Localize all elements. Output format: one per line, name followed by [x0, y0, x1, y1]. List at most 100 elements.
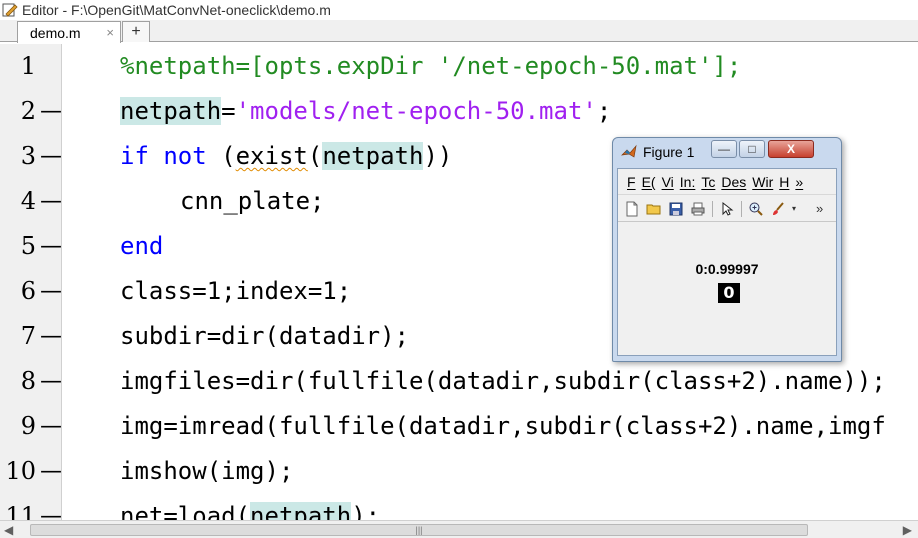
code-token: imgfiles=dir(fullfile(datadir,subdir(cla… [120, 367, 886, 395]
toolbar-separator [741, 200, 742, 217]
scroll-right-icon[interactable]: ▶ [903, 523, 912, 537]
code-text[interactable]: end [120, 224, 163, 269]
window-title-bar: Editor - F:\OpenGit\MatConvNet-oneclick\… [0, 0, 918, 20]
line-number: 3 [20, 142, 36, 170]
figure-toolbar: ▾ » [618, 196, 836, 222]
code-text[interactable]: netpath='models/net-epoch-50.mat'; [120, 89, 611, 134]
code-token: 'models/net-epoch-50.mat' [235, 97, 597, 125]
matlab-logo-icon [621, 144, 637, 160]
figure-window[interactable]: Figure 1 — □ X F E( Vi In: Tc Des Wir H » [612, 137, 842, 362]
new-file-icon[interactable] [624, 201, 640, 217]
code-token: = [221, 97, 236, 125]
line-number: 7 [20, 322, 36, 350]
code-token: )) [423, 142, 453, 170]
line-number: 8 [20, 367, 36, 395]
code-token: imshow(img); [120, 457, 294, 485]
figure-menu-item[interactable]: E( [642, 174, 656, 190]
line-number: 4 [20, 187, 36, 215]
code-line[interactable]: 10— imshow(img); [0, 449, 918, 494]
breakpoint-marker[interactable]: — [40, 359, 62, 404]
close-icon[interactable]: × [106, 25, 114, 40]
scrollbar-thumb[interactable]: ||| [30, 524, 808, 536]
prediction-label: 0:0.99997 [695, 261, 759, 277]
zoom-in-icon[interactable] [748, 201, 764, 217]
line-number: 6 [20, 277, 36, 305]
toolbar-separator [712, 200, 713, 217]
editor-icon [2, 2, 18, 18]
breakpoint-marker[interactable]: — [40, 314, 62, 359]
code-line[interactable]: 8— imgfiles=dir(fullfile(datadir,subdir(c… [0, 359, 918, 404]
code-token: img=imread(fullfile(datadir,subdir(class… [120, 412, 886, 440]
line-number: 9 [20, 412, 36, 440]
figure-menu-item[interactable]: F [627, 174, 636, 190]
code-token: class=1;index=1; [120, 277, 352, 305]
add-tab-button[interactable]: + [122, 21, 150, 42]
line-number: 5 [20, 232, 36, 260]
code-token: ( [307, 142, 323, 170]
figure-menu-item[interactable]: In: [680, 174, 696, 190]
code-token: if not [120, 142, 207, 170]
close-button[interactable]: X [768, 140, 814, 158]
code-line[interactable]: 9— img=imread(fullfile(datadir,subdir(cla… [0, 404, 918, 449]
open-folder-icon[interactable] [646, 201, 662, 217]
figure-menu-item[interactable]: Des [721, 174, 746, 190]
code-text[interactable]: cnn_plate; [180, 179, 325, 224]
maximize-button[interactable]: □ [739, 140, 765, 158]
scrollbar-grip: ||| [415, 525, 423, 535]
figure-menu-item[interactable]: Tc [701, 174, 715, 190]
code-text[interactable]: imshow(img); [120, 449, 293, 494]
code-token: ; [596, 97, 612, 125]
toolbar-more-icon[interactable]: » [816, 201, 832, 217]
figure-menu-bar: F E( Vi In: Tc Des Wir H » [618, 169, 836, 195]
code-token: ); [351, 502, 381, 520]
code-token: %netpath=[opts.expDir '/net-epoch-50.mat… [120, 52, 742, 80]
code-token: netpath [322, 142, 424, 170]
breakpoint-marker[interactable]: — [40, 134, 62, 179]
figure-menu-item[interactable]: Wir [752, 174, 773, 190]
brush-icon[interactable] [770, 201, 786, 217]
breakpoint-marker[interactable]: — [40, 494, 62, 520]
code-token: subdir=dir(datadir); [120, 322, 409, 350]
figure-title-bar[interactable]: Figure 1 — □ X [613, 138, 841, 166]
figure-menu-item[interactable]: Vi [662, 174, 674, 190]
code-text[interactable]: img=imread(fullfile(datadir,subdir(class… [120, 404, 886, 449]
tab-demo-m[interactable]: demo.m × [17, 21, 121, 43]
digit-image: 0 [718, 283, 740, 303]
code-token: cnn_plate; [180, 187, 325, 215]
code-text[interactable]: imgfiles=dir(fullfile(datadir,subdir(cla… [120, 359, 886, 404]
code-token: ( [206, 142, 236, 170]
scroll-left-icon[interactable]: ◀ [4, 523, 13, 537]
figure-body: F E( Vi In: Tc Des Wir H » ▾ » 0:0.99997 … [617, 168, 837, 356]
breakpoint-marker[interactable]: — [40, 269, 62, 314]
code-token: netpath [120, 97, 222, 125]
breakpoint-marker[interactable]: — [40, 224, 62, 269]
code-token: end [120, 232, 164, 260]
breakpoint-marker[interactable]: — [40, 89, 62, 134]
figure-menu-item[interactable]: » [795, 174, 803, 190]
code-line[interactable]: 11— net=load(netpath); [0, 494, 918, 520]
code-text[interactable]: %netpath=[opts.expDir '/net-epoch-50.mat… [120, 44, 741, 89]
breakpoint-marker[interactable]: — [40, 449, 62, 494]
line-number: 2 [20, 97, 36, 125]
code-token: net=load( [120, 502, 251, 520]
code-text[interactable]: net=load(netpath); [120, 494, 380, 520]
code-text[interactable]: class=1;index=1; [120, 269, 351, 314]
breakpoint-marker[interactable]: — [40, 404, 62, 449]
chevron-down-icon[interactable]: ▾ [792, 201, 800, 217]
print-icon[interactable] [690, 201, 706, 217]
figure-axes[interactable]: 0:0.99997 0 [618, 223, 836, 355]
tab-label: demo.m [30, 24, 81, 41]
code-text[interactable]: subdir=dir(datadir); [120, 314, 409, 359]
pointer-icon[interactable] [719, 201, 735, 217]
figure-menu-item[interactable]: H [779, 174, 789, 190]
line-number: 11 [5, 502, 36, 520]
code-text[interactable]: if not (exist(netpath)) [120, 134, 452, 179]
minimize-button[interactable]: — [711, 140, 737, 158]
breakpoint-marker[interactable]: — [40, 179, 62, 224]
code-line[interactable]: 1 %netpath=[opts.expDir '/net-epoch-50.ma… [0, 44, 918, 89]
line-number: 10 [5, 457, 36, 485]
horizontal-scrollbar[interactable]: ◀ ||| ▶ [0, 520, 918, 538]
figure-title: Figure 1 [643, 144, 695, 160]
code-line[interactable]: 2— netpath='models/net-epoch-50.mat'; [0, 89, 918, 134]
save-icon[interactable] [668, 201, 684, 217]
